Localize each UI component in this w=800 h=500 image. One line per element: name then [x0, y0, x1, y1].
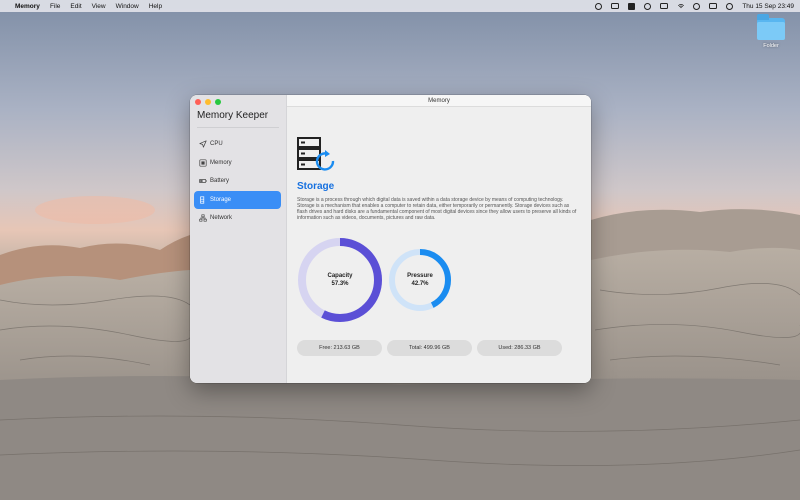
location-arrow-icon [198, 140, 207, 149]
minimize-window-button[interactable] [205, 99, 211, 105]
spotlight-search-icon[interactable] [693, 2, 701, 10]
battery-status-icon[interactable] [660, 3, 669, 9]
window-controls [195, 99, 221, 105]
sidebar-item-cpu[interactable]: CPU [194, 135, 281, 153]
battery-icon [198, 177, 207, 186]
menu-bar-clock[interactable]: Thu 15 Sep 23:49 [742, 3, 794, 10]
sidebar-divider [197, 127, 279, 128]
window-title: Memory [287, 95, 591, 107]
sidebar-item-network[interactable]: Network [194, 209, 281, 227]
capacity-label: Capacity [327, 273, 353, 279]
capacity-gauge: Capacity 57.3% [297, 237, 383, 323]
sidebar-title: Memory Keeper [197, 110, 269, 121]
storage-sync-icon [297, 137, 335, 171]
menu-bar: Memory File Edit View Window Help Thu 15… [0, 0, 800, 12]
pressure-label: Pressure [407, 273, 433, 279]
sidebar-item-label: Battery [210, 178, 230, 184]
folder-icon [757, 14, 785, 40]
wifi-status-icon[interactable] [677, 3, 685, 10]
control-center-icon[interactable] [709, 3, 718, 9]
used-space-pill: Used: 286.33 GB [477, 340, 562, 356]
storage-stats: Free: 213.63 GB Total: 499.96 GB Used: 2… [297, 340, 562, 356]
memory-chip-icon [198, 158, 207, 167]
menu-view[interactable]: View [92, 3, 106, 10]
sidebar-item-label: Network [210, 215, 233, 221]
privacy-status-icon[interactable] [644, 2, 652, 10]
network-icon [198, 214, 207, 223]
menu-file[interactable]: File [50, 3, 60, 10]
capacity-value: 57.3% [331, 281, 349, 287]
menu-help[interactable]: Help [149, 3, 162, 10]
sidebar-item-battery[interactable]: Battery [194, 172, 281, 190]
power-status-icon[interactable] [595, 2, 603, 10]
menu-app-name[interactable]: Memory [15, 3, 40, 10]
main-panel: Memory Storage Storage is a process thro… [287, 95, 591, 383]
close-window-button[interactable] [195, 99, 201, 105]
storage-icon [198, 195, 207, 204]
total-space-pill: Total: 499.96 GB [387, 340, 472, 356]
sidebar: Memory Keeper CPU Memory Battery Storage… [190, 95, 287, 383]
page-heading: Storage [297, 181, 335, 192]
siri-icon[interactable] [726, 2, 734, 10]
menu-bar-status: Thu 15 Sep 23:49 [595, 2, 794, 10]
sidebar-item-memory[interactable]: Memory [194, 154, 281, 172]
pressure-gauge: Pressure 42.7% [388, 248, 452, 312]
app-window: Memory Keeper CPU Memory Battery Storage… [190, 95, 591, 383]
free-space-pill: Free: 213.63 GB [297, 340, 382, 356]
sidebar-item-storage[interactable]: Storage [194, 190, 281, 209]
storage-description: Storage is a process through which digit… [297, 197, 577, 221]
zoom-window-button[interactable] [215, 99, 221, 105]
display-status-icon[interactable] [611, 3, 620, 9]
sidebar-item-label: CPU [210, 141, 223, 147]
keyboard-input-icon[interactable] [628, 2, 636, 10]
sidebar-list: CPU Memory Battery Storage Network [194, 135, 281, 228]
pressure-value: 42.7% [411, 281, 429, 287]
desktop-folder[interactable]: Folder [755, 14, 787, 49]
menu-edit[interactable]: Edit [70, 3, 81, 10]
sidebar-item-label: Memory [210, 159, 232, 166]
desktop-folder-label: Folder [763, 43, 779, 49]
menu-window[interactable]: Window [116, 3, 139, 10]
sidebar-item-label: Storage [210, 196, 232, 203]
